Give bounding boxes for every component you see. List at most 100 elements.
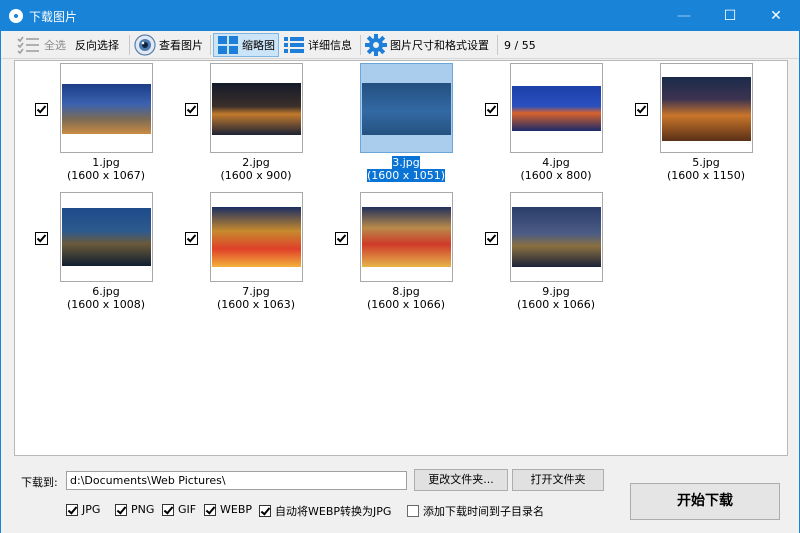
download-panel: 下载到: 更改文件夹... 打开文件夹 开始下载 JPG PNG GIF WEB… <box>1 457 799 533</box>
thumbnail-image[interactable] <box>60 192 153 282</box>
checkbox[interactable] <box>115 503 127 516</box>
file-dims: (1600 x 1051) <box>366 169 446 182</box>
thumbnail-caption: 2.jpg (1600 x 900) <box>195 156 317 182</box>
file-name: 5.jpg <box>692 156 720 169</box>
thumbnail-image[interactable] <box>360 192 453 282</box>
file-name: 3.jpg <box>392 156 420 169</box>
checkbox-checked-icon[interactable] <box>485 103 498 116</box>
checkbox[interactable] <box>66 503 78 516</box>
file-name: 1.jpg <box>92 156 120 169</box>
view-image-label: 查看图片 <box>159 39 203 52</box>
file-dims: (1600 x 1067) <box>66 169 146 182</box>
checkbox-checked-icon[interactable] <box>185 103 198 116</box>
thumbnail-caption: 8.jpg (1600 x 1066) <box>345 285 467 311</box>
toolbar-divider <box>360 35 361 55</box>
maximize-button[interactable]: ☐ <box>707 1 753 31</box>
size-format-settings-label: 图片尺寸和格式设置 <box>390 39 489 52</box>
invert-selection-button[interactable]: 反向选择 <box>75 33 119 57</box>
thumbnails-view-button[interactable]: 缩略图 <box>213 33 279 57</box>
checkbox-checked-icon[interactable] <box>635 103 648 116</box>
thumbnail-item[interactable]: 4.jpg (1600 x 800) <box>485 63 605 188</box>
thumbnail-item[interactable]: 7.jpg (1600 x 1063) <box>185 192 305 317</box>
option-label: JPG <box>82 503 101 516</box>
thumbnail-caption: 7.jpg (1600 x 1063) <box>195 285 317 311</box>
file-dims: (1600 x 1008) <box>66 298 146 311</box>
option-png[interactable]: PNG <box>115 503 154 516</box>
file-dims: (1600 x 1063) <box>216 298 296 311</box>
thumbnail-caption: 1.jpg (1600 x 1067) <box>45 156 167 182</box>
window-title: 下载图片 <box>29 10 78 24</box>
minimize-button[interactable]: — <box>661 1 707 31</box>
thumbnail-image[interactable] <box>510 192 603 282</box>
list-icon <box>284 37 304 53</box>
download-path-input[interactable] <box>66 471 407 490</box>
select-all-label: 全选 <box>44 39 66 52</box>
thumbnail-image[interactable] <box>210 192 303 282</box>
option-convert-webp[interactable]: 自动将WEBP转换为JPG <box>259 503 391 519</box>
checkbox[interactable] <box>204 503 216 516</box>
download-to-label: 下载到: <box>21 476 58 489</box>
thumbnail-caption: 4.jpg (1600 x 800) <box>495 156 617 182</box>
open-folder-button[interactable]: 打开文件夹 <box>512 469 604 491</box>
size-format-settings-button[interactable]: 图片尺寸和格式设置 <box>365 33 489 57</box>
option-webp[interactable]: WEBP <box>204 503 252 516</box>
file-name: 6.jpg <box>92 285 120 298</box>
select-all-button[interactable]: 全选 <box>17 33 66 57</box>
file-name: 9.jpg <box>542 285 570 298</box>
thumbnails-label: 缩略图 <box>242 39 275 52</box>
checkbox-checked-icon[interactable] <box>485 232 498 245</box>
checkbox-checked-icon[interactable] <box>335 232 348 245</box>
toolbar-divider <box>129 35 130 55</box>
option-gif[interactable]: GIF <box>162 503 196 516</box>
checkbox[interactable] <box>407 505 419 517</box>
thumbnail-item[interactable]: 2.jpg (1600 x 900) <box>185 63 305 188</box>
details-view-button[interactable]: 详细信息 <box>283 33 352 57</box>
title-bar[interactable]: 下载图片 — ☐ ✕ <box>1 1 799 31</box>
thumbnail-image[interactable] <box>360 63 453 153</box>
change-folder-button[interactable]: 更改文件夹... <box>414 469 508 491</box>
checkbox[interactable] <box>259 505 271 517</box>
option-label: PNG <box>131 503 155 516</box>
thumbnail-item[interactable]: 8.jpg (1600 x 1066) <box>335 192 455 317</box>
option-jpg[interactable]: JPG <box>66 503 100 516</box>
checkbox[interactable] <box>162 503 174 516</box>
thumbnail-caption: 6.jpg (1600 x 1008) <box>45 285 167 311</box>
image-count-label: 9 / 55 <box>504 38 536 52</box>
thumbnail-image[interactable] <box>60 63 153 153</box>
checkbox-checked-icon[interactable] <box>185 232 198 245</box>
checklist-icon <box>17 36 39 54</box>
thumbnail-image[interactable] <box>660 63 753 153</box>
gear-icon <box>365 34 387 56</box>
download-images-window: 下载图片 — ☐ ✕ 全选 反向选择 查看图片 缩略图 详细信息 图片尺寸和格式… <box>0 0 800 533</box>
checkbox-checked-icon[interactable] <box>35 232 48 245</box>
close-button[interactable]: ✕ <box>753 1 799 31</box>
thumbnail-item[interactable]: 5.jpg (1600 x 1150) <box>635 63 755 188</box>
file-name: 2.jpg <box>242 156 270 169</box>
checkbox-checked-icon[interactable] <box>35 103 48 116</box>
thumbnail-grid[interactable]: 1.jpg (1600 x 1067) 2.jpg (1600 x 900) 3.j… <box>14 60 788 456</box>
invert-selection-label: 反向选择 <box>75 39 119 52</box>
thumbnail-image[interactable] <box>210 63 303 153</box>
thumbnail-caption: 3.jpg (1600 x 1051) <box>345 156 467 182</box>
thumbnail-item[interactable]: 6.jpg (1600 x 1008) <box>35 192 155 317</box>
app-icon <box>9 9 23 23</box>
option-label: GIF <box>178 503 197 516</box>
file-dims: (1600 x 800) <box>520 169 592 182</box>
file-dims: (1600 x 1150) <box>666 169 746 182</box>
file-name: 4.jpg <box>542 156 570 169</box>
option-add-time-subfolder[interactable]: 添加下载时间到子目录名 <box>407 503 544 519</box>
option-label: 添加下载时间到子目录名 <box>423 505 544 518</box>
thumbnail-image[interactable] <box>510 63 603 153</box>
thumbnail-item[interactable]: 1.jpg (1600 x 1067) <box>35 63 155 188</box>
start-download-button[interactable]: 开始下载 <box>630 483 780 520</box>
eye-icon <box>134 34 156 56</box>
thumbnail-item[interactable]: 9.jpg (1600 x 1066) <box>485 192 605 317</box>
toolbar: 全选 反向选择 查看图片 缩略图 详细信息 图片尺寸和格式设置 9 / 55 <box>1 31 799 59</box>
file-name: 7.jpg <box>242 285 270 298</box>
file-name: 8.jpg <box>392 285 420 298</box>
file-dims: (1600 x 1066) <box>366 298 446 311</box>
thumbnail-item-selected[interactable]: 3.jpg (1600 x 1051) <box>335 63 455 188</box>
view-image-button[interactable]: 查看图片 <box>134 33 203 57</box>
grid-icon <box>218 36 238 54</box>
file-dims: (1600 x 900) <box>220 169 292 182</box>
